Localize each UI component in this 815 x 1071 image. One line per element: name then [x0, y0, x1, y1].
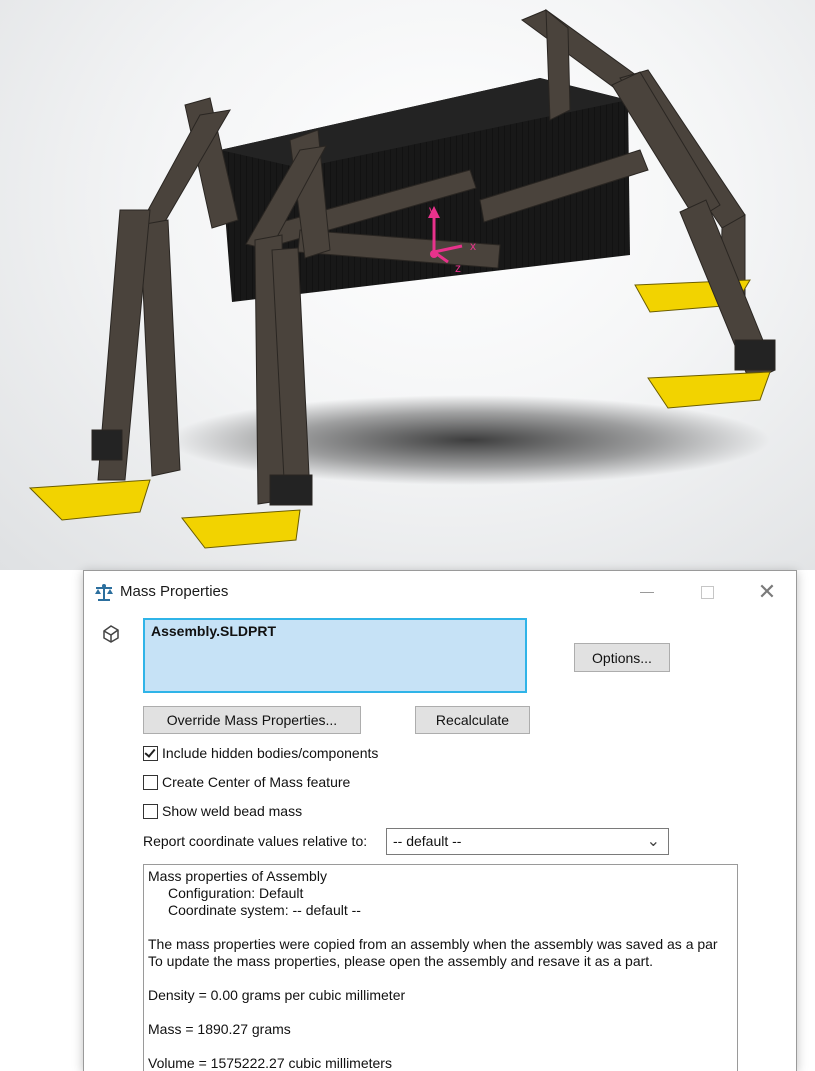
- robot-model: y x z: [28, 8, 776, 549]
- include-hidden-label: Include hidden bodies/components: [162, 745, 379, 761]
- include-hidden-option[interactable]: Include hidden bodies/components: [143, 743, 378, 763]
- results-volume: Volume = 1575222.27 cubic millimeters: [148, 1055, 392, 1071]
- axis-z-label: z: [455, 261, 461, 275]
- dialog-titlebar[interactable]: Mass Properties ✕: [84, 571, 796, 613]
- create-com-checkbox[interactable]: [143, 774, 158, 790]
- leg-front-right: [611, 71, 776, 409]
- results-mass: Mass = 1890.27 grams: [148, 1021, 291, 1037]
- axis-x-label: x: [470, 239, 476, 253]
- mass-properties-dialog: Mass Properties ✕ Assembly.SLDPRT Option…: [83, 570, 797, 1071]
- axis-y-label: y: [429, 203, 435, 217]
- coordinate-system-select[interactable]: -- default -- ⌄: [386, 828, 669, 855]
- selected-items-list[interactable]: Assembly.SLDPRT: [143, 618, 527, 693]
- recalculate-button[interactable]: Recalculate: [415, 706, 530, 734]
- dialog-title: Mass Properties: [120, 583, 229, 600]
- include-hidden-checkbox[interactable]: [143, 745, 158, 761]
- results-note-2: To update the mass properties, please op…: [148, 953, 654, 969]
- create-com-option[interactable]: Create Center of Mass feature: [143, 772, 350, 792]
- options-button[interactable]: Options...: [574, 643, 670, 672]
- model-viewport[interactable]: y x z: [0, 0, 815, 570]
- part-icon: [100, 623, 122, 650]
- create-com-label: Create Center of Mass feature: [162, 774, 351, 790]
- minimize-button[interactable]: [624, 577, 670, 607]
- results-coord-system: Coordinate system: -- default --: [168, 902, 361, 918]
- show-weld-option[interactable]: Show weld bead mass: [143, 801, 302, 821]
- minimize-icon: [640, 591, 654, 593]
- results-configuration: Configuration: Default: [168, 885, 304, 901]
- override-mass-properties-button[interactable]: Override Mass Properties...: [143, 706, 361, 734]
- results-header: Mass properties of Assembly: [148, 868, 327, 884]
- results-density: Density = 0.00 grams per cubic millimete…: [148, 987, 406, 1003]
- close-button[interactable]: ✕: [744, 577, 790, 607]
- results-note-1: The mass properties were copied from an …: [148, 936, 718, 952]
- results-text-area[interactable]: Mass properties of Assembly Configuratio…: [143, 864, 738, 1071]
- coordinate-selected-value: -- default --: [393, 833, 462, 849]
- show-weld-checkbox[interactable]: [143, 803, 158, 819]
- close-icon: ✕: [757, 579, 777, 604]
- maximize-button[interactable]: [684, 577, 730, 607]
- mass-scale-icon: [94, 584, 114, 607]
- chevron-down-icon: ⌄: [646, 833, 660, 850]
- selected-item[interactable]: Assembly.SLDPRT: [151, 623, 276, 639]
- show-weld-label: Show weld bead mass: [162, 803, 303, 819]
- maximize-icon: [700, 585, 714, 599]
- coordinate-label: Report coordinate values relative to:: [143, 833, 368, 849]
